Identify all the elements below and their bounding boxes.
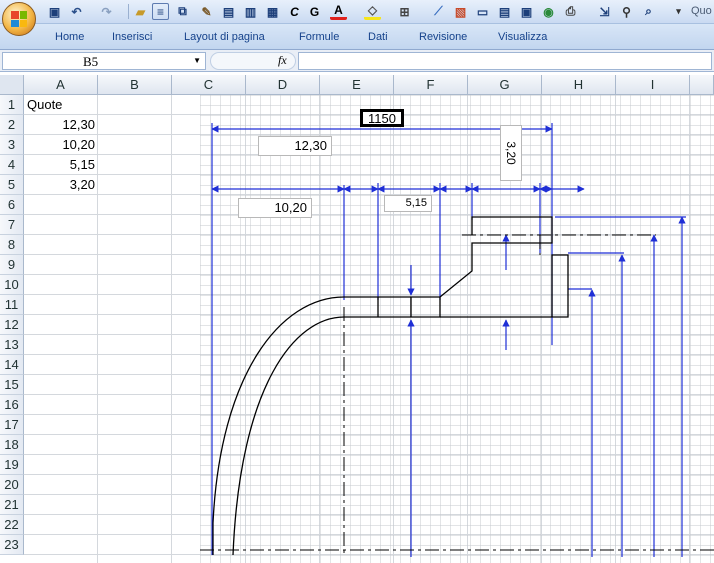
align-icon[interactable]: ≡: [152, 3, 169, 20]
insert-function-icon[interactable]: fx: [278, 53, 287, 68]
toolbar-separator: [128, 4, 129, 19]
technical-drawing[interactable]: 1150 12,30 10,20 5,15 3,20: [200, 95, 714, 563]
office-logo-icon: [11, 11, 27, 27]
ribbon-tabs: Home Inserisci Layout di pagina Formule …: [0, 24, 714, 50]
cell-a4[interactable]: 5,15: [24, 155, 98, 175]
row-header-23[interactable]: 23: [0, 535, 24, 555]
dimension-12-30-label[interactable]: 12,30: [258, 136, 332, 156]
paste-icon[interactable]: ▥: [242, 3, 259, 20]
row-header-9[interactable]: 9: [0, 255, 24, 275]
paste-special-icon[interactable]: ▤: [220, 3, 237, 20]
column-header-a[interactable]: A: [24, 75, 98, 95]
open-icon[interactable]: ▰: [132, 3, 149, 20]
row-header-19[interactable]: 19: [0, 455, 24, 475]
tab-inserisci[interactable]: Inserisci: [112, 31, 152, 43]
row-header-14[interactable]: 14: [0, 355, 24, 375]
font-color-button[interactable]: A: [330, 3, 347, 20]
cell-a1[interactable]: Quote: [24, 95, 98, 115]
column-header-i[interactable]: I: [616, 75, 690, 95]
image-icon[interactable]: ▣: [518, 3, 535, 20]
comment-icon[interactable]: ▭: [474, 3, 491, 20]
row-header-10[interactable]: 10: [0, 275, 24, 295]
column-header-g[interactable]: G: [468, 75, 542, 95]
row-header-21[interactable]: 21: [0, 495, 24, 515]
tab-formule[interactable]: Formule: [299, 31, 339, 43]
row-header-6[interactable]: 6: [0, 195, 24, 215]
row-header-20[interactable]: 20: [0, 475, 24, 495]
row-header-5[interactable]: 5: [0, 175, 24, 195]
column-header-partial[interactable]: [690, 75, 714, 95]
row-header-8[interactable]: 8: [0, 235, 24, 255]
tab-dati[interactable]: Dati: [368, 31, 388, 43]
row-header-11[interactable]: 11: [0, 295, 24, 315]
column-header-c[interactable]: C: [172, 75, 246, 95]
undo-icon[interactable]: ↶: [68, 3, 85, 20]
drawing-canvas: [200, 95, 714, 563]
name-box-value: B5: [83, 54, 99, 69]
quick-access-toolbar: ▣ ↶ ↷ ▰ ≡ ⧉ ✎ ▤ ▥ ▦ C G A ◇ ⊞ ⟋ ▧ ▭ ▤ ▣ …: [0, 0, 714, 36]
borders-icon[interactable]: ⊞: [396, 3, 413, 20]
preview-icon[interactable]: ⌕: [640, 3, 657, 20]
row-header-2[interactable]: 2: [0, 115, 24, 135]
print-icon[interactable]: ⎙: [562, 3, 579, 20]
column-header-b[interactable]: B: [98, 75, 172, 95]
column-header-e[interactable]: E: [320, 75, 394, 95]
copy-icon[interactable]: ⧉: [174, 3, 191, 20]
cell-a2[interactable]: 12,30: [24, 115, 98, 135]
cell-a3[interactable]: 10,20: [24, 135, 98, 155]
web-icon[interactable]: ◉: [540, 3, 557, 20]
name-box[interactable]: B5 ▼: [2, 52, 206, 70]
table-icon[interactable]: ▦: [264, 3, 281, 20]
row-header-13[interactable]: 13: [0, 335, 24, 355]
fill-color-icon[interactable]: ◇: [364, 3, 381, 20]
save-icon[interactable]: ▣: [46, 3, 63, 20]
column-header-h[interactable]: H: [542, 75, 616, 95]
row-header-7[interactable]: 7: [0, 215, 24, 235]
bold-button[interactable]: G: [306, 3, 323, 20]
format-painter-icon[interactable]: ✎: [198, 3, 215, 20]
tab-revisione[interactable]: Revisione: [419, 31, 467, 43]
tab-layout[interactable]: Layout di pagina: [184, 31, 265, 43]
dimension-total-label[interactable]: 1150: [360, 109, 404, 127]
column-header-d[interactable]: D: [246, 75, 320, 95]
chevron-down-icon[interactable]: ▼: [193, 56, 201, 65]
row-header-17[interactable]: 17: [0, 415, 24, 435]
dimension-5-15-label[interactable]: 5,15: [384, 195, 432, 212]
redo-icon[interactable]: ↷: [98, 3, 115, 20]
export-icon[interactable]: ⇲: [596, 3, 613, 20]
find-icon[interactable]: ⚲: [618, 3, 635, 20]
office-button[interactable]: [2, 2, 36, 36]
chart-icon[interactable]: ⟋: [430, 3, 447, 20]
tab-home[interactable]: Home: [55, 31, 84, 43]
dimension-10-20-label[interactable]: 10,20: [238, 198, 312, 218]
row-header-16[interactable]: 16: [0, 395, 24, 415]
customize-toolbar-icon[interactable]: ▾: [670, 3, 687, 20]
dimension-3-20-label: 3,20: [504, 141, 518, 165]
tab-visualizza[interactable]: Visualizza: [498, 31, 547, 43]
select-all-corner[interactable]: [0, 75, 24, 95]
form-icon[interactable]: ▤: [496, 3, 513, 20]
formula-input[interactable]: [298, 52, 712, 70]
row-header-1[interactable]: 1: [0, 95, 24, 115]
formula-bar: B5 ▼ fx: [0, 50, 714, 72]
row-header-4[interactable]: 4: [0, 155, 24, 175]
row-header-12[interactable]: 12: [0, 315, 24, 335]
row-header-22[interactable]: 22: [0, 515, 24, 535]
column-header-f[interactable]: F: [394, 75, 468, 95]
row-header-15[interactable]: 15: [0, 375, 24, 395]
cell-a5[interactable]: 3,20: [24, 175, 98, 195]
row-header-18[interactable]: 18: [0, 435, 24, 455]
picture-icon[interactable]: ▧: [452, 3, 469, 20]
row-header-3[interactable]: 3: [0, 135, 24, 155]
dimension-3-20-box[interactable]: 3,20: [500, 125, 522, 181]
italic-button[interactable]: C: [286, 3, 303, 20]
window-title: Quo: [691, 5, 712, 17]
